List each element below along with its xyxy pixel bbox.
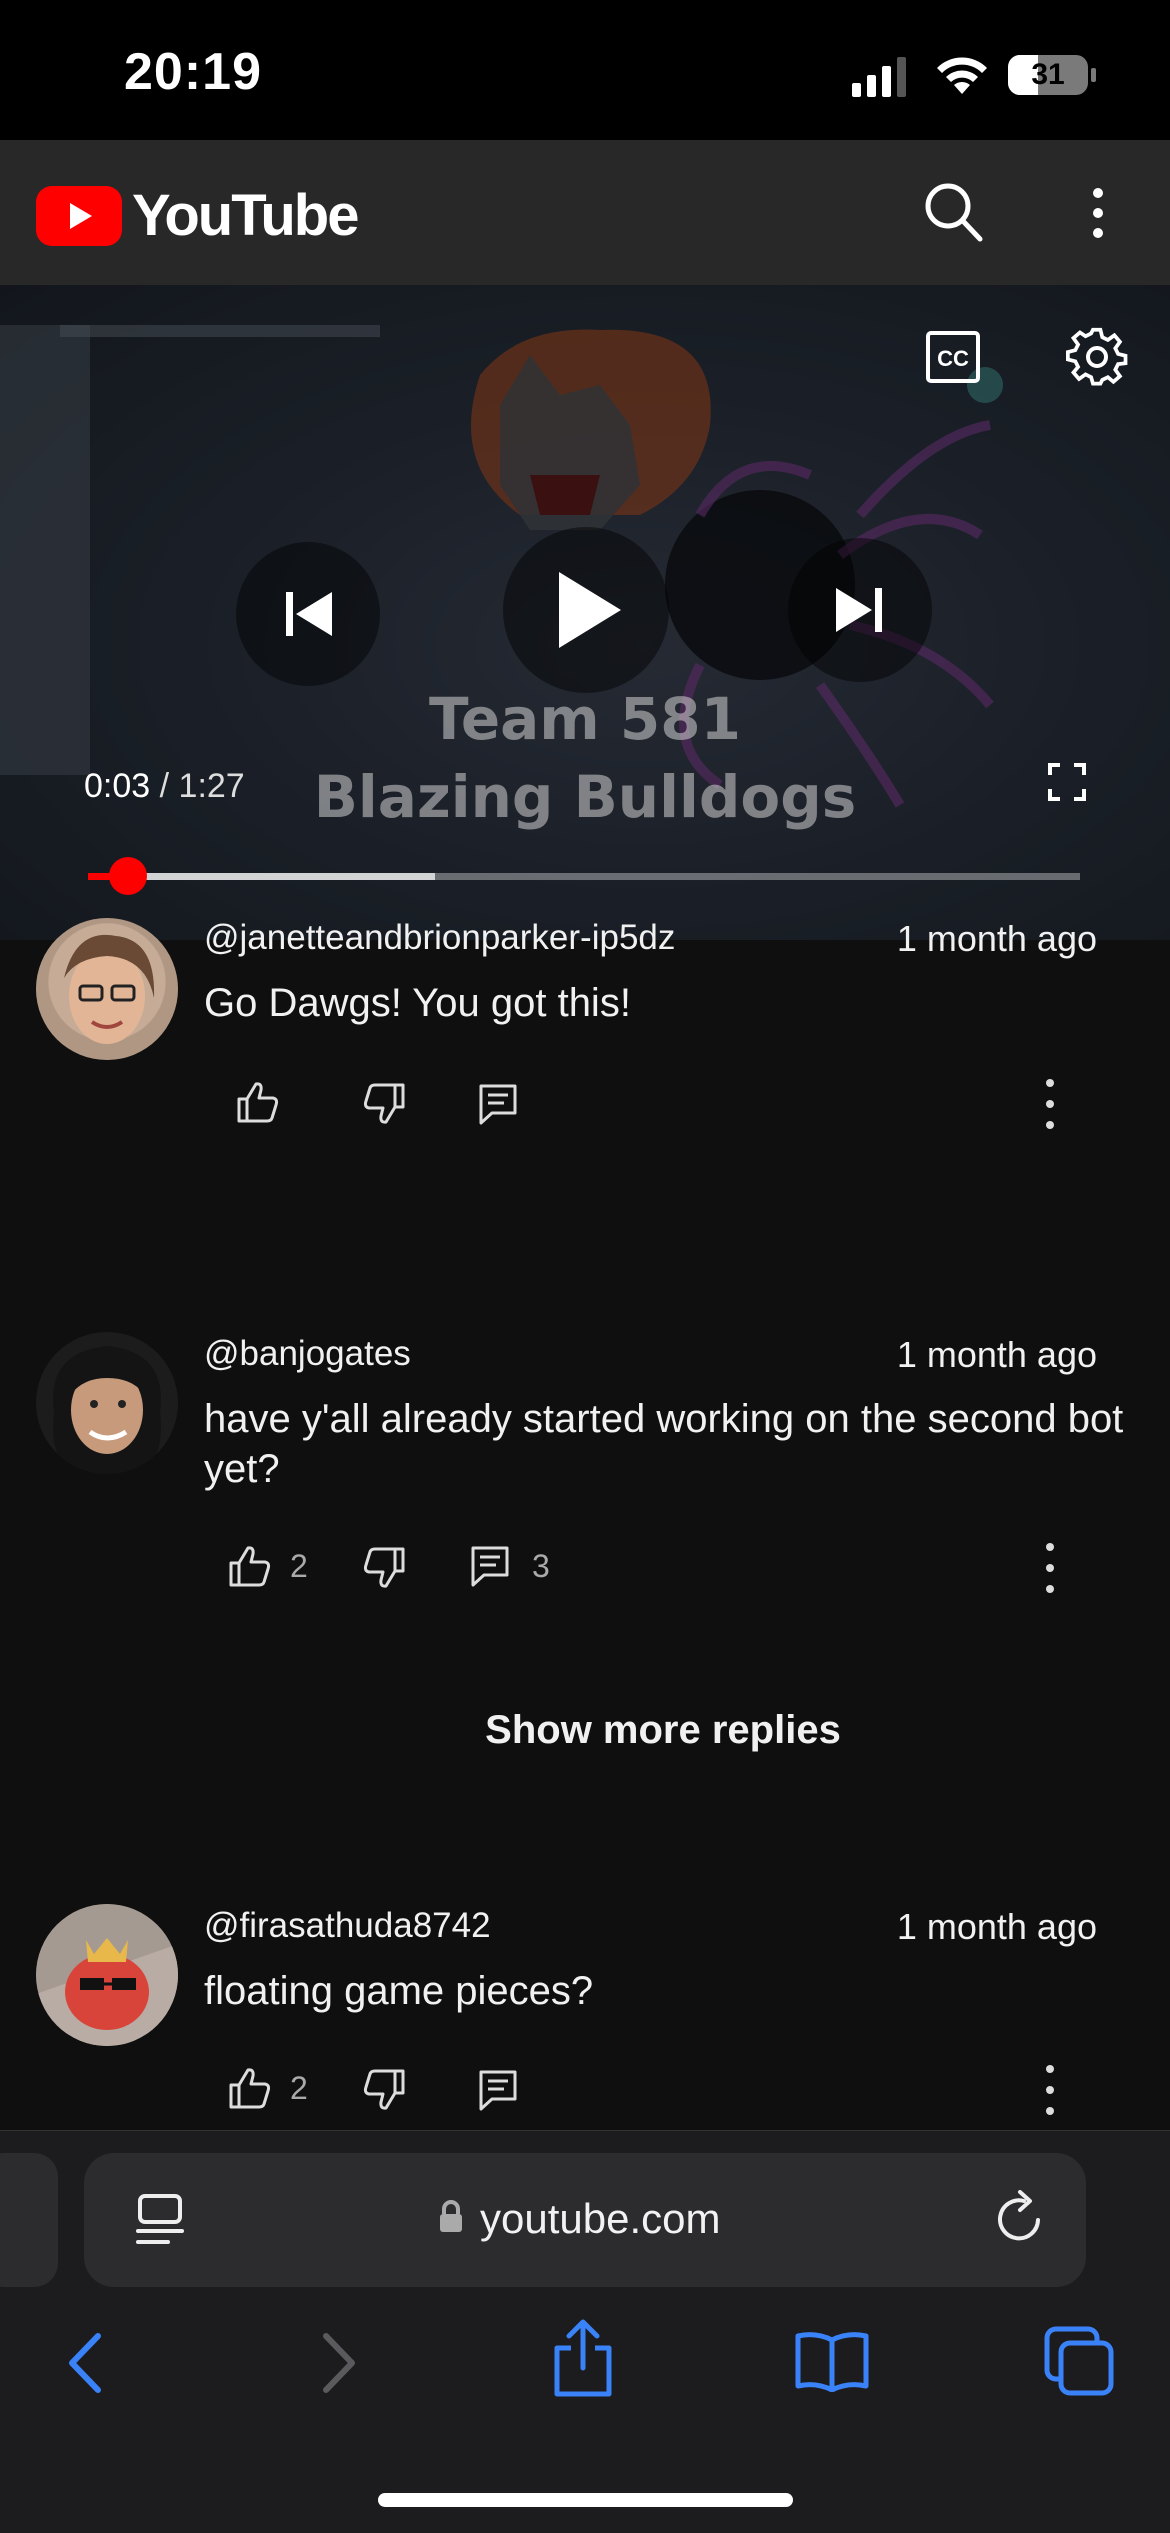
avatar-face (36, 1904, 178, 2046)
reply-button[interactable] (478, 1083, 518, 1125)
dislike-button[interactable] (362, 2069, 406, 2111)
thumbs-up-icon (237, 1082, 279, 1123)
cellular-signal-icon (852, 57, 906, 97)
lock-icon (440, 2200, 462, 2232)
comment-more-icon[interactable] (1040, 1541, 1060, 1595)
youtube-wordmark: YouTube (132, 183, 359, 248)
back-icon[interactable] (64, 2332, 106, 2394)
like-button[interactable]: 2 (228, 1545, 308, 1587)
youtube-logo[interactable]: YouTube (36, 182, 359, 249)
video-title-card: Team 581 Blazing Bulldogs (0, 680, 1170, 836)
comment-text: Go Dawgs! You got this! (204, 981, 631, 1025)
avatar[interactable] (36, 1904, 178, 2046)
battery-icon: 31 (1008, 55, 1088, 95)
like-count: 2 (290, 2069, 308, 2106)
like-button[interactable]: 2 (228, 2067, 308, 2109)
home-indicator[interactable] (378, 2493, 793, 2507)
thumbs-down-icon (363, 2069, 405, 2110)
search-icon[interactable] (924, 182, 984, 244)
play-icon (559, 572, 621, 648)
duration: 1:27 (178, 767, 245, 805)
reply-icon (479, 2070, 517, 2111)
tabs-icon[interactable] (1044, 2326, 1114, 2396)
reply-count: 3 (532, 1547, 550, 1584)
reply-button[interactable]: 3 (470, 1545, 550, 1587)
thumbs-up-icon (229, 2068, 271, 2109)
wifi-icon (937, 57, 987, 94)
dislike-button[interactable] (362, 1547, 406, 1589)
battery-level: 31 (1031, 58, 1065, 91)
thumbs-down-icon (363, 1547, 405, 1588)
previous-tab-peek[interactable] (0, 2153, 58, 2287)
reply-icon (479, 1084, 517, 1125)
youtube-header: YouTube (0, 140, 1170, 285)
status-time: 20:19 (124, 43, 262, 101)
comment-more-icon[interactable] (1040, 2063, 1060, 2117)
cc-icon[interactable]: CC (925, 330, 981, 384)
next-icon (836, 588, 882, 632)
current-time: 0:03 (84, 767, 151, 805)
comment-author[interactable]: @firasathuda8742 (204, 1906, 491, 1946)
comment-text: floating game pieces? (204, 1969, 594, 2013)
avatar[interactable] (36, 1332, 178, 1474)
like-button[interactable] (236, 1081, 280, 1123)
share-icon[interactable] (551, 2318, 615, 2398)
settings-icon[interactable] (1066, 326, 1128, 388)
play-button[interactable] (503, 527, 669, 693)
like-count: 2 (290, 1547, 308, 1584)
next-button[interactable] (788, 538, 932, 682)
time-display: 0:03 / 1:27 (84, 767, 245, 806)
comment-time: 1 month ago (896, 1906, 1097, 1947)
reply-button[interactable] (478, 2069, 518, 2111)
thumbs-up-icon (229, 1546, 271, 1587)
previous-button[interactable] (236, 542, 380, 686)
thumbs-down-icon (363, 1083, 405, 1124)
reply-icon (471, 1546, 509, 1587)
avatar-face (53, 1346, 161, 1474)
comment-more-icon[interactable] (1040, 1077, 1060, 1131)
comment-text: have y'all already started working on th… (204, 1397, 1124, 1491)
bookmarks-icon[interactable] (794, 2330, 870, 2392)
forward-icon[interactable] (318, 2332, 360, 2394)
previous-icon (286, 592, 332, 636)
page-menu-icon[interactable] (134, 2193, 186, 2247)
more-vert-icon[interactable] (1088, 185, 1108, 241)
url-text[interactable]: youtube.com (480, 2195, 720, 2243)
battery-cap (1091, 68, 1096, 82)
youtube-play-logo-icon (36, 185, 122, 246)
svg-text:CC: CC (937, 346, 969, 371)
time-separator: / (159, 767, 170, 805)
comment-author[interactable]: @banjogates (204, 1334, 411, 1374)
comment-time: 1 month ago (896, 1334, 1097, 1375)
fullscreen-icon[interactable] (1048, 763, 1086, 801)
dislike-button[interactable] (362, 1083, 406, 1125)
show-more-replies-button[interactable]: Show more replies (78, 1708, 1170, 1753)
video-player[interactable]: Team 581 Blazing Bulldogs CC 0:03 / 1:27 (0, 285, 1170, 940)
reload-icon[interactable] (994, 2190, 1046, 2246)
status-bar: 20:19 31 (0, 0, 1170, 140)
